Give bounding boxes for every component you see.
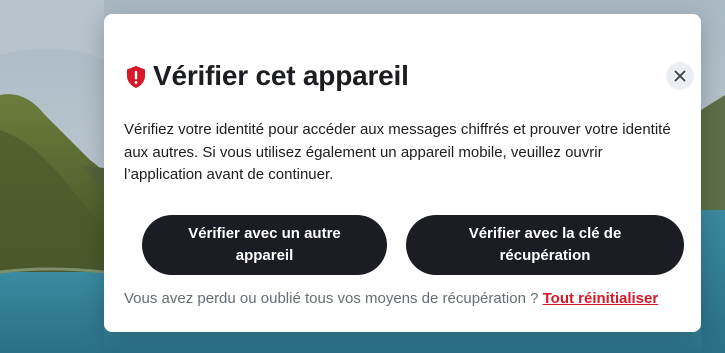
verify-recovery-key-label: Vérifier avec la clé de récupération bbox=[468, 225, 622, 264]
dialog-header: Vérifier cet appareil bbox=[126, 60, 681, 92]
verify-other-device-button[interactable]: Vérifier avec un autre appareil bbox=[142, 215, 387, 275]
verify-device-dialog: Vérifier cet appareil Vérifiez votre ide… bbox=[104, 14, 701, 332]
dialog-description: Vérifiez votre identité pour accéder aux… bbox=[124, 121, 671, 183]
shield-error-icon bbox=[126, 66, 146, 88]
recovery-footer: Vous avez perdu ou oublié tous vos moyen… bbox=[124, 290, 684, 307]
dialog-title: Vérifier cet appareil bbox=[153, 60, 409, 91]
reset-all-link[interactable]: Tout réinitialiser bbox=[543, 290, 659, 307]
close-button[interactable] bbox=[666, 62, 694, 90]
close-icon bbox=[674, 70, 686, 82]
verify-other-device-label: Vérifier avec un autre appareil bbox=[188, 225, 341, 264]
verify-recovery-key-button[interactable]: Vérifier avec la clé de récupération bbox=[406, 215, 684, 275]
recovery-lost-text: Vous avez perdu ou oublié tous vos moyen… bbox=[124, 290, 539, 307]
